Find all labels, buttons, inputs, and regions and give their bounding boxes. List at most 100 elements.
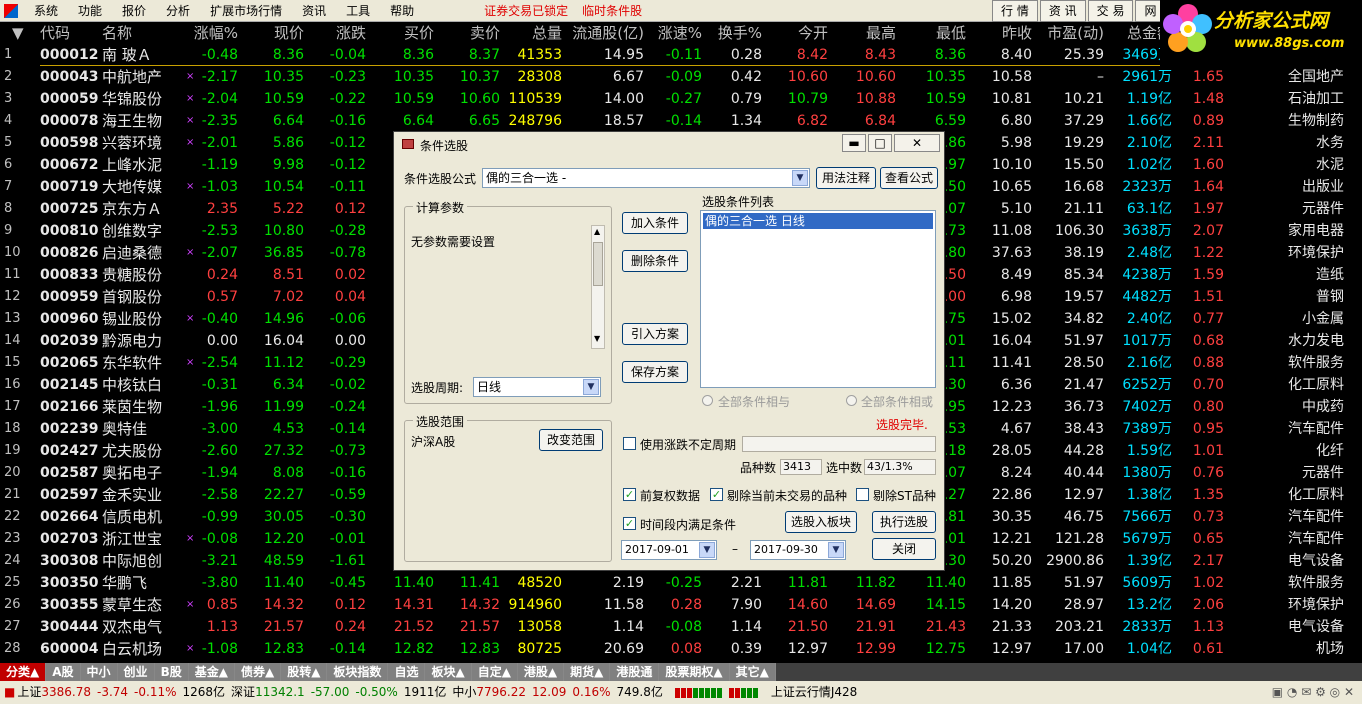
table-row[interactable]: 28 × 600004 白云机场 -1.08 12.83 -0.14 12.82 12.83 80… bbox=[0, 638, 1362, 660]
cell-diff: -0.29 bbox=[329, 355, 366, 371]
to-board-button[interactable]: 选股入板块 bbox=[785, 511, 857, 533]
table-row[interactable]: 3 × 000059 华锦股份 -2.04 10.59 -0.22 10.59 10.60 110… bbox=[0, 88, 1362, 110]
column-header[interactable]: 流通股(亿) bbox=[564, 22, 644, 44]
category-tab[interactable]: 自定▲ bbox=[471, 663, 518, 681]
run-select-button[interactable]: 执行选股 bbox=[872, 511, 936, 533]
chevron-down-icon[interactable]: ▼ bbox=[792, 170, 808, 186]
sh-index-change: -3.74 bbox=[96, 685, 129, 699]
table-row[interactable]: 25 300350 华鹏飞 -3.80 11.40 -0.45 11.40 11.41 4852… bbox=[0, 572, 1362, 594]
use-period-checkbox[interactable] bbox=[623, 437, 636, 450]
maximize-button[interactable]: □ bbox=[868, 134, 892, 152]
usage-note-button[interactable]: 用法注释 bbox=[816, 167, 876, 189]
close-button[interactable]: 关闭 bbox=[872, 538, 936, 560]
delete-condition-button[interactable]: 删除条件 bbox=[622, 250, 688, 272]
condition-list-item[interactable]: 偶的三合一选 日线 bbox=[703, 213, 933, 229]
menu-help[interactable]: 帮助 bbox=[380, 0, 424, 22]
cell-prev: 10.81 bbox=[991, 91, 1032, 107]
column-header[interactable]: 买价 bbox=[368, 22, 434, 44]
minimize-button[interactable]: ▬ bbox=[842, 134, 866, 152]
cell-amt: 2.10亿 bbox=[1126, 135, 1172, 151]
table-row[interactable]: 1 000012 南 玻Ａ -0.48 8.36 -0.04 8.36 8.37 41353 14… bbox=[0, 44, 1362, 66]
dialog-titlebar[interactable]: 条件选股 ▬ □ ✕ bbox=[394, 132, 944, 158]
date-from-picker[interactable]: 2017-09-01 ▼ bbox=[621, 540, 717, 560]
column-header[interactable]: 代码 bbox=[40, 22, 100, 44]
column-header[interactable]: 涨速% bbox=[646, 22, 702, 44]
change-range-button[interactable]: 改变范围 bbox=[539, 429, 603, 451]
sh-index-value[interactable]: 3386.78 bbox=[41, 681, 91, 704]
category-tab[interactable]: 港股▲ bbox=[517, 663, 565, 681]
category-tab[interactable]: 债券▲ bbox=[234, 663, 282, 681]
column-header[interactable]: 涨幅% bbox=[176, 22, 238, 44]
category-tab[interactable]: 期货▲ bbox=[564, 663, 611, 681]
category-tab[interactable]: 板块指数 bbox=[327, 663, 389, 681]
category-tab[interactable]: 创业 bbox=[117, 663, 155, 681]
tab-quote-mode[interactable]: 行 情 bbox=[992, 0, 1038, 22]
tab-news-mode[interactable]: 资 讯 bbox=[1039, 0, 1086, 22]
radio-or[interactable] bbox=[846, 395, 857, 406]
menu-ext-market[interactable]: 扩展市场行情 bbox=[200, 0, 292, 22]
menu-system[interactable]: 系统 bbox=[24, 0, 68, 22]
table-row[interactable]: 27 300444 双杰电气 1.13 21.57 0.24 21.52 21.57 13058… bbox=[0, 616, 1362, 638]
menu-function[interactable]: 功能 bbox=[68, 0, 112, 22]
zx-index-value[interactable]: 7796.22 bbox=[476, 681, 526, 704]
category-tab[interactable]: 板块▲ bbox=[425, 663, 472, 681]
column-header[interactable]: 昨收 bbox=[968, 22, 1032, 44]
import-plan-button[interactable]: 引入方案 bbox=[622, 323, 688, 345]
chevron-down-icon[interactable]: ▼ bbox=[583, 379, 599, 395]
scroll-up-icon[interactable]: ▲ bbox=[594, 227, 600, 236]
skip-st-checkbox[interactable] bbox=[856, 488, 869, 501]
column-header[interactable]: 市盈(动) bbox=[1034, 22, 1104, 44]
category-tab[interactable]: 中小 bbox=[80, 663, 118, 681]
menu-analysis[interactable]: 分析 bbox=[156, 0, 200, 22]
column-header[interactable]: 换手% bbox=[704, 22, 762, 44]
radio-and[interactable] bbox=[702, 395, 713, 406]
column-header[interactable]: 今开 bbox=[764, 22, 828, 44]
cell-amt: 4482万 bbox=[1122, 289, 1172, 305]
column-header[interactable]: 名称 bbox=[102, 22, 172, 44]
column-header[interactable]: 最低 bbox=[898, 22, 966, 44]
condition-list[interactable]: 偶的三合一选 日线 bbox=[700, 210, 936, 388]
category-tab[interactable]: 分类▲ bbox=[0, 663, 47, 681]
menu-tools[interactable]: 工具 bbox=[336, 0, 380, 22]
save-plan-button[interactable]: 保存方案 bbox=[622, 361, 688, 383]
table-row[interactable]: 4 × 000078 海王生物 -2.35 6.64 -0.16 6.64 6.65 248796… bbox=[0, 110, 1362, 132]
time-range-checkbox[interactable]: ✓ bbox=[623, 517, 636, 530]
column-header[interactable]: 总量 bbox=[502, 22, 562, 44]
period-select[interactable]: 日线 ▼ bbox=[473, 377, 601, 397]
scroll-down-icon[interactable]: ▼ bbox=[594, 334, 600, 343]
category-tab[interactable]: 自选 bbox=[388, 663, 426, 681]
skip-untraded-checkbox[interactable]: ✓ bbox=[710, 488, 723, 501]
category-tab[interactable]: 其它▲ bbox=[729, 663, 776, 681]
forward-adjust-checkbox[interactable]: ✓ bbox=[623, 488, 636, 501]
sort-arrow-icon[interactable]: ▼ bbox=[12, 22, 32, 44]
table-row[interactable]: 2 × 000043 中航地产 -2.17 10.35 -0.23 10.35 10.37 283… bbox=[0, 66, 1362, 88]
column-header[interactable]: 涨跌 bbox=[306, 22, 366, 44]
cell-amt: 63.1亿 bbox=[1126, 201, 1172, 217]
add-condition-button[interactable]: 加入条件 bbox=[622, 212, 688, 234]
scroll-thumb[interactable] bbox=[593, 242, 603, 286]
category-tab[interactable]: B股 bbox=[154, 663, 189, 681]
column-header[interactable]: 卖价 bbox=[436, 22, 500, 44]
view-formula-button[interactable]: 查看公式 bbox=[880, 167, 938, 189]
category-tab[interactable]: 基金▲ bbox=[188, 663, 235, 681]
menu-news[interactable]: 资讯 bbox=[292, 0, 336, 22]
formula-label: 条件选股公式 bbox=[404, 172, 477, 186]
sz-index-value[interactable]: 11342.1 bbox=[255, 681, 305, 704]
chevron-down-icon[interactable]: ▼ bbox=[828, 542, 844, 558]
row-index: 3 bbox=[4, 91, 13, 106]
menu-quote[interactable]: 报价 bbox=[112, 0, 156, 22]
category-tab[interactable]: A股 bbox=[46, 663, 81, 681]
close-window-button[interactable]: ✕ bbox=[894, 134, 940, 152]
category-tab[interactable]: 股票期权▲ bbox=[659, 663, 730, 681]
cell-bid: 10.59 bbox=[393, 91, 434, 107]
category-tab[interactable]: 港股通 bbox=[610, 663, 660, 681]
date-to-picker[interactable]: 2017-09-30 ▼ bbox=[750, 540, 846, 560]
params-scrollbar[interactable]: ▲ ▼ bbox=[591, 225, 605, 349]
tab-trade-mode[interactable]: 交 易 bbox=[1087, 0, 1134, 22]
category-tab[interactable]: 股转▲ bbox=[281, 663, 328, 681]
column-header[interactable]: 最高 bbox=[830, 22, 896, 44]
column-header[interactable]: 现价 bbox=[240, 22, 304, 44]
chevron-down-icon[interactable]: ▼ bbox=[699, 542, 715, 558]
table-row[interactable]: 26 × 300355 蒙草生态 0.85 14.32 0.12 14.31 14.32 9149… bbox=[0, 594, 1362, 616]
formula-select[interactable]: 偶的三合一选 - ▼ bbox=[482, 168, 810, 188]
